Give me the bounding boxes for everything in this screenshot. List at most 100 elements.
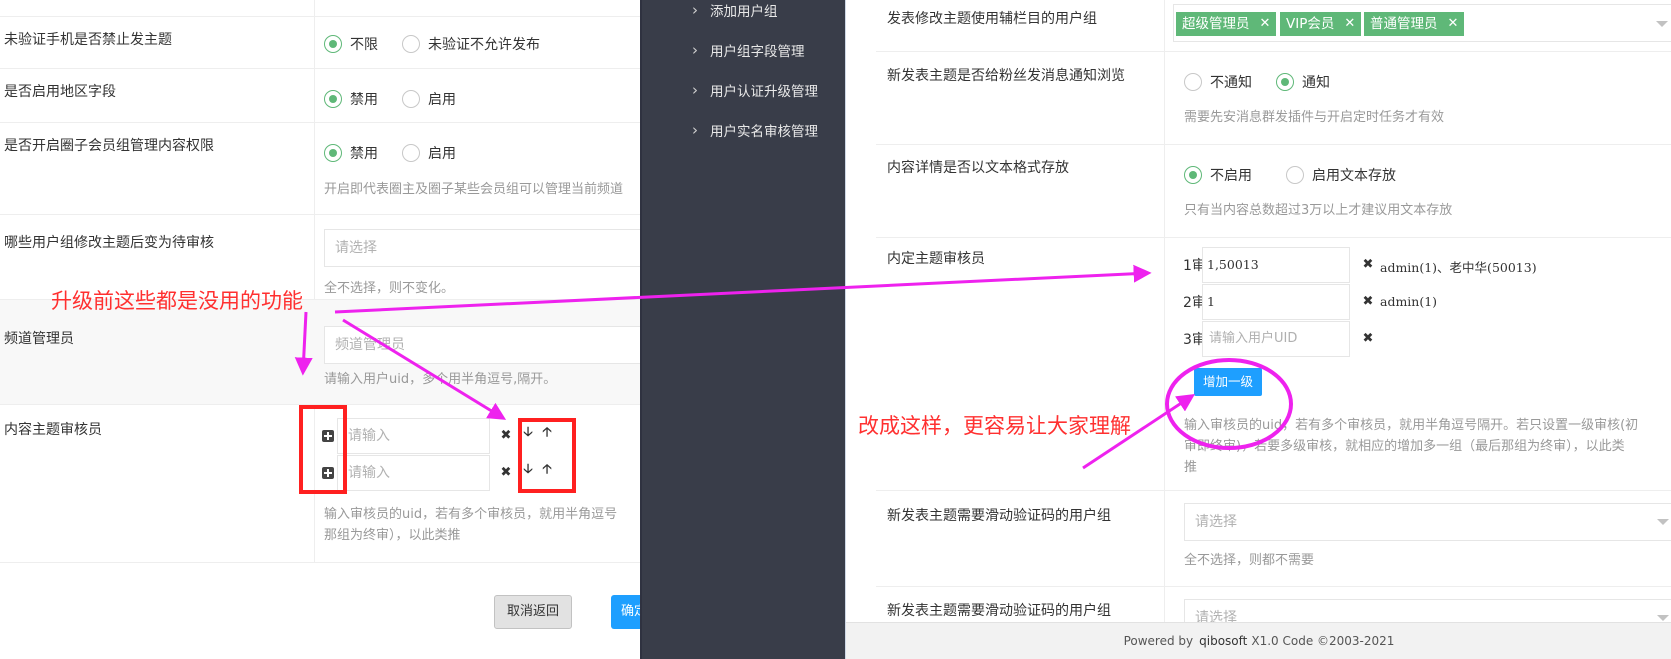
nav-item-label: 添加用户组: [710, 4, 778, 20]
radio-off[interactable]: 不启用: [1184, 165, 1252, 185]
form-row-region: 是否启用地区字段 禁用 启用: [0, 69, 640, 123]
row-label: 内容详情是否以文本格式存放: [887, 160, 1069, 176]
chevron-down-icon: [1657, 615, 1669, 621]
help-text: 审即终审)，若要多级审核，就相应的增加多一组（最后那组为终审），以此类: [1184, 439, 1625, 454]
radio-disable[interactable]: 禁用: [324, 143, 378, 163]
help-text: 开启即代表圈主及圈子某些会员组可以管理当前频道: [324, 182, 624, 197]
radio-no-limit[interactable]: 不限: [324, 34, 378, 54]
row-label: 未验证手机是否禁止发主题: [4, 32, 172, 48]
chevron-right-icon: ›: [692, 81, 698, 99]
captcha-usergroup-select[interactable]: 请选择: [1184, 503, 1671, 541]
footer-brand: qibosoft: [1199, 634, 1248, 648]
chevron-down-icon: [1656, 21, 1668, 27]
form-row-circle-permission: 是否开启圈子会员组管理内容权限 禁用 启用 开启即代表圈主及圈子某些会员组可以管…: [0, 123, 640, 215]
nav-item-auth-upgrade[interactable]: › 用户认证升级管理: [692, 80, 818, 100]
tag-normal-admin: 普通管理员 ✕: [1364, 12, 1465, 36]
level3-uid-input[interactable]: 请输入用户UID: [1202, 321, 1350, 357]
nav-item-add-group[interactable]: › 添加用户组: [692, 0, 778, 20]
radio-dot: [402, 90, 420, 108]
level2-uid-input[interactable]: 1: [1202, 284, 1350, 320]
radio-no-notify[interactable]: 不通知: [1184, 72, 1252, 92]
radio-dot: [1184, 73, 1202, 91]
radio-text-store[interactable]: 启用文本存放: [1286, 165, 1396, 185]
tag-remove-icon[interactable]: ✕: [1344, 12, 1355, 36]
tag-remove-icon[interactable]: ✕: [1448, 12, 1459, 36]
radio-dot: [402, 144, 420, 162]
tag-label: 超级管理员: [1182, 16, 1250, 32]
nav-item-label: 用户实名审核管理: [710, 124, 818, 140]
nav-item-label: 用户组字段管理: [710, 44, 805, 60]
usergroup-select[interactable]: 请选择: [324, 229, 640, 267]
radio-dot-checked: [324, 144, 342, 162]
radio-dot-checked: [324, 90, 342, 108]
radio-label: 禁用: [350, 146, 378, 162]
radio-label: 禁用: [350, 92, 378, 108]
highlight-box-sort-icons: [518, 418, 576, 493]
radio-label: 不限: [350, 37, 378, 53]
help-text: 只有当内容总数超过3万以上才建议用文本存放: [1184, 203, 1453, 218]
help-text: 输入审核员的uid，若有多个审核员，就用半角逗号: [324, 507, 618, 522]
help-text: 那组为终审），以此类推: [324, 528, 461, 543]
form-row-channel-admin: 频道管理员 频道管理员 请输入用户uid，多个用半角逗号,隔开。: [0, 300, 640, 405]
help-text: 推: [1184, 460, 1198, 475]
chevron-right-icon: ›: [692, 1, 698, 19]
help-text: 输入审核员的uid，若有多个审核员，就用半角逗号隔开。若只设置一级审核(初: [1184, 418, 1639, 433]
form-row-unverified-phone: 未验证手机是否禁止发主题 不限 未验证不允许发布: [0, 17, 640, 69]
row-label: 新发表主题是否给粉丝发消息通知浏览: [887, 68, 1125, 84]
auditor-input-2[interactable]: 请输入: [337, 455, 490, 491]
radio-enable[interactable]: 启用: [402, 89, 456, 109]
highlight-box-add-icons: [299, 405, 347, 494]
tag-vip: VIP会员 ✕: [1280, 12, 1362, 36]
tag-label: 普通管理员: [1370, 16, 1438, 32]
cancel-button[interactable]: 取消返回: [494, 595, 572, 629]
radio-label: 不启用: [1210, 168, 1252, 184]
nav-item-group-fields[interactable]: › 用户组字段管理: [692, 40, 805, 60]
radio-dot-checked: [1276, 73, 1294, 91]
radio-label: 启用文本存放: [1312, 168, 1396, 184]
level-user-names: admin(1): [1380, 294, 1438, 309]
form-row-fans-notify: 新发表主题是否给粉丝发消息通知浏览 不通知 通知 需要先安消息群发插件与开启定时…: [876, 52, 1671, 145]
add-level-button[interactable]: 增加一级: [1194, 368, 1262, 396]
annotation-right-note: 改成这样，更容易让大家理解: [858, 414, 1131, 438]
form-row-cutoff: [0, 0, 640, 17]
row-label: 是否开启圈子会员组管理内容权限: [4, 138, 214, 154]
left-settings-panel: 未验证手机是否禁止发主题 不限 未验证不允许发布 是否启用地区字段 禁用 启用 …: [0, 0, 640, 659]
row-label: 哪些用户组修改主题后变为待审核: [4, 235, 214, 251]
page-footer: Powered by qibosoft X1.0 Code ©2003-2021: [846, 622, 1671, 659]
delete-icon[interactable]: ✖: [1360, 330, 1376, 346]
footer-copyright: X1.0 Code ©2003-2021: [1251, 634, 1395, 648]
radio-enable[interactable]: 启用: [402, 143, 456, 163]
radio-label: 未验证不允许发布: [428, 37, 540, 53]
level1-uid-input[interactable]: 1,50013: [1202, 247, 1350, 283]
chevron-down-icon: [1657, 519, 1669, 525]
form-row-captcha-groups: 新发表主题需要滑动验证码的用户组 请选择 全不选择，则都不需要: [876, 491, 1671, 587]
radio-disable[interactable]: 禁用: [324, 89, 378, 109]
confirm-button[interactable]: 确定: [611, 595, 640, 629]
row-label: 内定主题审核员: [887, 251, 985, 267]
tag-remove-icon[interactable]: ✕: [1260, 12, 1271, 36]
delete-icon[interactable]: ✖: [498, 427, 514, 443]
nav-item-realname-audit[interactable]: › 用户实名审核管理: [692, 120, 818, 140]
form-row-text-store: 内容详情是否以文本格式存放 不启用 启用文本存放 只有当内容总数超过3万以上才建…: [876, 145, 1671, 238]
delete-icon[interactable]: ✖: [498, 464, 514, 480]
tag-super-admin: 超级管理员 ✕: [1176, 12, 1277, 36]
help-text: 请输入用户uid，多个用半角逗号,隔开。: [324, 372, 557, 387]
chevron-right-icon: ›: [692, 41, 698, 59]
help-text: 全不选择，则不变化。: [324, 281, 455, 296]
delete-icon[interactable]: ✖: [1360, 293, 1376, 309]
radio-notify[interactable]: 通知: [1276, 72, 1330, 92]
channel-admin-input[interactable]: 频道管理员: [324, 326, 640, 364]
form-row-captcha-groups-2: 新发表主题需要滑动验证码的用户组 请选择: [876, 587, 1671, 637]
radio-dot-checked: [324, 35, 342, 53]
delete-icon[interactable]: ✖: [1360, 256, 1376, 272]
row-label: 新发表主题需要滑动验证码的用户组: [887, 508, 1111, 524]
auditor-input-1[interactable]: 请输入: [337, 418, 490, 454]
level-user-names: admin(1)、老中华(50013): [1380, 260, 1537, 275]
nav-item-label: 用户认证升级管理: [710, 84, 818, 100]
radio-disallow[interactable]: 未验证不允许发布: [402, 34, 540, 54]
help-text: 全不选择，则都不需要: [1184, 553, 1315, 568]
row-label: 发表修改主题使用辅栏目的用户组: [887, 11, 1097, 27]
chevron-right-icon: ›: [692, 121, 698, 139]
tag-label: VIP会员: [1286, 16, 1335, 32]
usergroup-tag-select[interactable]: 超级管理员 ✕ VIP会员 ✕ 普通管理员 ✕: [1173, 4, 1671, 42]
